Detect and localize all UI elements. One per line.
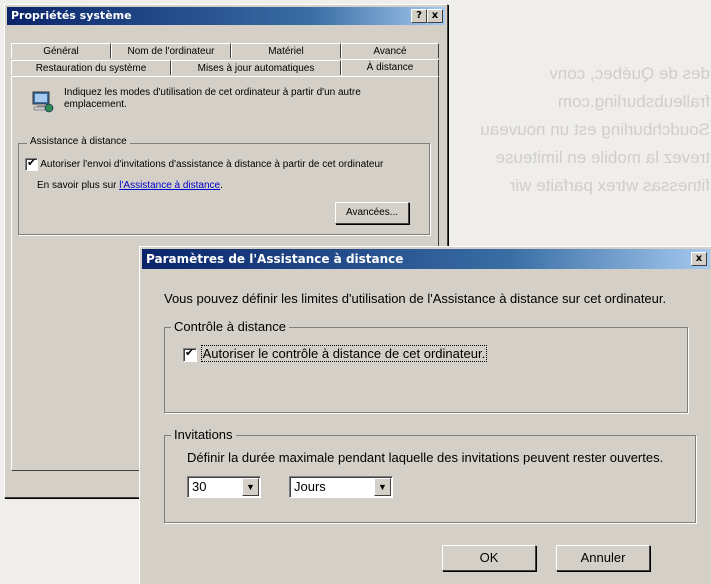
background-line: Soudchburling est un nouveau bbox=[480, 120, 710, 139]
window-title: Propriétés système bbox=[11, 9, 132, 22]
allow-invitations-row[interactable]: Autoriser l'envoi d'invitations d'assist… bbox=[25, 156, 384, 171]
tab-general[interactable]: Général bbox=[11, 43, 111, 58]
close-button[interactable]: x bbox=[427, 9, 443, 23]
invitations-group: Invitations Définir la durée maximale pe… bbox=[164, 427, 696, 523]
invitations-group-label: Invitations bbox=[171, 427, 236, 442]
tab-system-restore[interactable]: Restauration du système bbox=[11, 60, 171, 75]
settings-description: Vous pouvez définir les limites d'utilis… bbox=[164, 291, 667, 306]
help-button[interactable]: ? bbox=[411, 9, 427, 23]
allow-remote-control-checkbox[interactable] bbox=[183, 346, 197, 362]
advanced-button[interactable]: Avancées... bbox=[335, 202, 409, 224]
cancel-button[interactable]: Annuler bbox=[556, 545, 650, 571]
allow-invitations-checkbox[interactable] bbox=[25, 156, 38, 171]
allow-invitations-label: Autoriser l'envoi d'invitations d'assist… bbox=[40, 159, 384, 171]
duration-unit-select[interactable]: Jours ▼ bbox=[289, 476, 393, 498]
tab-hardware[interactable]: Matériel bbox=[231, 43, 341, 58]
system-properties-titlebar[interactable]: Propriétés système ? x bbox=[7, 7, 445, 25]
background-line: trevez la mobile en limiteuse bbox=[495, 148, 710, 167]
tab-computer-name[interactable]: Nom de l'ordinateur bbox=[111, 43, 231, 58]
duration-value-select[interactable]: 30 ▼ bbox=[187, 476, 261, 498]
learn-more-prefix: En savoir plus sur bbox=[37, 180, 117, 191]
remote-assistance-settings-dialog: Paramètres de l'Assistance à distance x … bbox=[139, 246, 711, 584]
tab-row-2: Restauration du système Mises à jour aut… bbox=[11, 59, 439, 76]
tab-remote[interactable]: À distance bbox=[341, 59, 439, 76]
invitations-duration-text: Définir la durée maximale pendant laquel… bbox=[187, 450, 664, 465]
learn-more-row: En savoir plus sur l'Assistance à distan… bbox=[37, 180, 223, 191]
remote-control-group: Contrôle à distance Autoriser le contrôl… bbox=[164, 319, 688, 413]
dialog-title: Paramètres de l'Assistance à distance bbox=[146, 252, 404, 266]
allow-remote-control-label: Autoriser le contrôle à distance de cet … bbox=[200, 345, 488, 362]
tab-automatic-updates[interactable]: Mises à jour automatiques bbox=[171, 60, 341, 75]
remote-intro-text: Indiquez les modes d'utilisation de cet … bbox=[64, 87, 361, 110]
remote-computer-icon bbox=[30, 89, 54, 113]
learn-more-suffix: . bbox=[220, 180, 223, 191]
background-page-text: des de Québec, conv fralleubsburling.com… bbox=[440, 60, 710, 200]
background-line: des de Québec, conv bbox=[549, 64, 710, 83]
close-button[interactable]: x bbox=[691, 252, 707, 266]
remote-assistance-group: Assistance à distance Autoriser l'envoi … bbox=[18, 136, 430, 235]
chevron-down-icon[interactable]: ▼ bbox=[374, 478, 391, 496]
remote-assistance-help-link[interactable]: l'Assistance à distance bbox=[119, 180, 220, 191]
group-label: Assistance à distance bbox=[27, 136, 130, 147]
background-line: fralleubsburling.com bbox=[557, 92, 710, 111]
allow-remote-control-row[interactable]: Autoriser le contrôle à distance de cet … bbox=[183, 345, 488, 362]
settings-titlebar[interactable]: Paramètres de l'Assistance à distance x bbox=[142, 249, 710, 269]
tab-row-1: Général Nom de l'ordinateur Matériel Ava… bbox=[11, 43, 439, 58]
remote-control-group-label: Contrôle à distance bbox=[171, 319, 290, 334]
duration-unit: Jours bbox=[294, 479, 326, 494]
tab-advanced[interactable]: Avancé bbox=[341, 43, 439, 58]
ok-button[interactable]: OK bbox=[442, 545, 536, 571]
chevron-down-icon[interactable]: ▼ bbox=[242, 478, 259, 496]
background-line: fitnessas wtrex parfaite wir bbox=[509, 176, 710, 195]
duration-value: 30 bbox=[192, 479, 207, 494]
